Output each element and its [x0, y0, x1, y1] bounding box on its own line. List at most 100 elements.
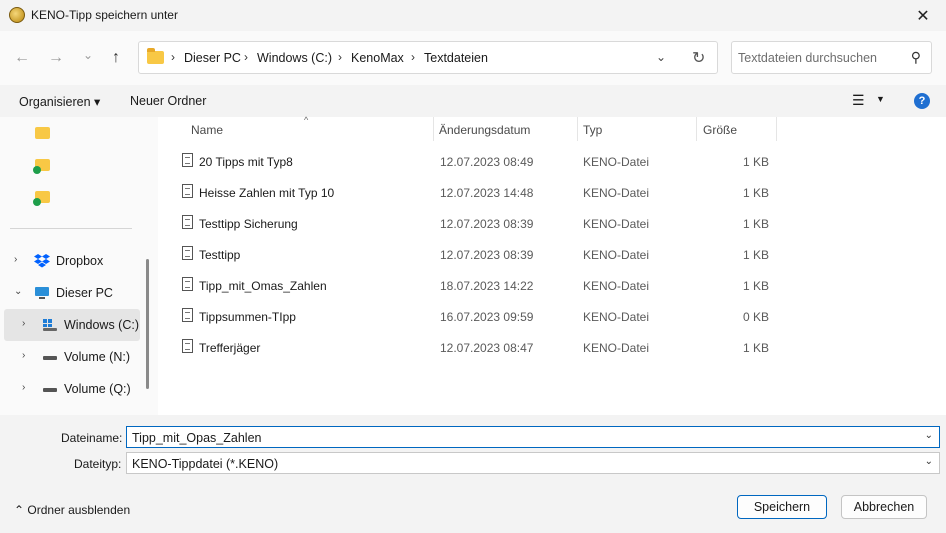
column-divider[interactable] — [577, 117, 578, 141]
close-button[interactable]: ✕ — [900, 0, 946, 31]
dropbox-icon — [34, 254, 50, 268]
filetype-dropdown-chevron-icon[interactable]: ⌄ — [925, 456, 933, 467]
file-size: 1 KB — [742, 217, 769, 231]
refresh-icon[interactable]: ↻ — [692, 48, 705, 68]
sidebar-item-volume-q[interactable]: › Volume (Q:) — [4, 373, 140, 405]
column-divider[interactable] — [776, 117, 777, 141]
document-icon — [182, 184, 193, 198]
keno-app-icon — [9, 7, 25, 23]
sidebar-scrollbar[interactable] — [146, 259, 149, 389]
filetype-label: Dateityp: — [74, 457, 122, 471]
breadcrumb-windows-c[interactable]: Windows (C:) — [257, 51, 332, 65]
column-header-date[interactable]: Änderungsdatum — [439, 123, 530, 137]
address-dropdown-chevron-icon[interactable]: ⌄ — [656, 50, 666, 64]
view-options-icon[interactable]: ☰ — [852, 92, 865, 109]
collapse-chevron-icon[interactable]: ⌄ — [14, 286, 22, 297]
filename-dropdown-chevron-icon[interactable]: ⌄ — [925, 430, 933, 441]
search-input[interactable]: Textdateien durchsuchen ⚲ — [731, 41, 932, 74]
file-name: Tippsummen-TIpp — [199, 310, 296, 324]
column-header-size[interactable]: Größe — [703, 123, 737, 137]
sync-check-icon — [33, 166, 41, 174]
file-date: 12.07.2023 08:39 — [440, 248, 534, 262]
expand-chevron-icon[interactable]: › — [22, 318, 25, 329]
sort-ascending-icon: ^ — [304, 115, 309, 125]
search-placeholder: Textdateien durchsuchen — [738, 51, 877, 65]
hide-folders-button[interactable]: ⌃ Ordner ausblenden — [14, 503, 130, 517]
windows-drive-icon — [43, 319, 57, 331]
file-type: KENO-Datei — [583, 186, 650, 200]
breadcrumb-separator-icon: › — [244, 50, 248, 64]
drive-icon — [43, 388, 57, 392]
document-icon — [182, 246, 193, 260]
document-icon — [182, 308, 193, 322]
file-list: ^ Name Änderungsdatum Typ Größe 20 Tipps… — [158, 115, 946, 415]
new-folder-button[interactable]: Neuer Ordner — [130, 94, 206, 108]
file-row[interactable]: Heisse Zahlen mit Typ 10 12.07.2023 14:4… — [158, 177, 946, 208]
breadcrumb-separator-icon: › — [338, 50, 342, 64]
expand-chevron-icon[interactable]: › — [22, 350, 25, 361]
forward-arrow-icon[interactable]: → — [44, 47, 68, 69]
filename-value: Tipp_mit_Opas_Zahlen — [132, 431, 262, 445]
folder-icon — [147, 48, 164, 64]
file-type: KENO-Datei — [583, 248, 650, 262]
document-icon — [182, 277, 193, 291]
column-header-type[interactable]: Typ — [583, 123, 602, 137]
file-type: KENO-Datei — [583, 279, 650, 293]
sidebar-item-windows-c[interactable]: › Windows (C:) — [4, 309, 140, 341]
filename-field[interactable]: Tipp_mit_Opas_Zahlen ⌄ — [126, 426, 940, 448]
search-icon[interactable]: ⚲ — [911, 49, 921, 66]
document-icon — [182, 339, 193, 353]
file-name: 20 Tipps mit Typ8 — [199, 155, 293, 169]
file-row[interactable]: 20 Tipps mit Typ8 12.07.2023 08:49 KENO-… — [158, 146, 946, 177]
quick-access-folder-icon[interactable] — [35, 127, 50, 139]
document-icon — [182, 215, 193, 229]
sidebar-item-dropbox[interactable]: › Dropbox — [4, 245, 140, 277]
recent-locations-chevron-icon[interactable]: ⌄ — [76, 44, 100, 66]
view-dropdown-icon[interactable]: ▼ — [876, 94, 885, 104]
file-size: 1 KB — [742, 186, 769, 200]
file-type: KENO-Datei — [583, 217, 650, 231]
file-row[interactable]: Testtipp 12.07.2023 08:39 KENO-Datei 1 K… — [158, 239, 946, 270]
column-divider[interactable] — [696, 117, 697, 141]
filename-label: Dateiname: — [61, 431, 123, 445]
breadcrumb-kenomax[interactable]: KenoMax — [351, 51, 404, 65]
file-size: 1 KB — [742, 341, 769, 355]
file-date: 12.07.2023 14:48 — [440, 186, 534, 200]
address-bar[interactable]: › Dieser PC › Windows (C:) › KenoMax › T… — [138, 41, 718, 74]
file-type: KENO-Datei — [583, 310, 650, 324]
help-icon[interactable]: ? — [914, 93, 930, 109]
file-row[interactable]: Testtipp Sicherung 12.07.2023 08:39 KENO… — [158, 208, 946, 239]
file-date: 12.07.2023 08:39 — [440, 217, 534, 231]
file-type: KENO-Datei — [583, 155, 650, 169]
breadcrumb-dieser-pc[interactable]: Dieser PC — [184, 51, 241, 65]
quick-access-folder-icon[interactable] — [33, 191, 50, 206]
breadcrumb-separator-icon: › — [171, 50, 175, 64]
back-arrow-icon[interactable]: ← — [10, 47, 34, 69]
up-arrow-icon[interactable]: ↑ — [104, 47, 128, 69]
file-size: 0 KB — [742, 310, 769, 324]
expand-chevron-icon[interactable]: › — [22, 382, 25, 393]
file-row[interactable]: Tippsummen-TIpp 16.07.2023 09:59 KENO-Da… — [158, 301, 946, 332]
command-bar: Organisieren ▾ Neuer Ordner ☰ ▼ ? — [0, 85, 946, 117]
organize-button[interactable]: Organisieren ▾ — [19, 94, 100, 109]
cancel-button[interactable]: Abbrechen — [841, 495, 927, 519]
column-header-name[interactable]: Name — [191, 123, 223, 137]
column-divider[interactable] — [433, 117, 434, 141]
sidebar-item-label: Windows (C:) — [64, 318, 140, 332]
file-row[interactable]: Trefferjäger 12.07.2023 08:47 KENO-Datei… — [158, 332, 946, 363]
sidebar-item-dieser-pc[interactable]: ⌄ Dieser PC — [4, 277, 140, 309]
sidebar-item-label: Dropbox — [56, 254, 104, 268]
file-row[interactable]: Tipp_mit_Omas_Zahlen 18.07.2023 14:22 KE… — [158, 270, 946, 301]
drive-icon — [43, 356, 57, 360]
window-title: KENO-Tipp speichern unter — [31, 8, 178, 22]
filetype-select[interactable]: KENO-Tippdatei (*.KENO) ⌄ — [126, 452, 940, 474]
breadcrumb-textdateien[interactable]: Textdateien — [424, 51, 488, 65]
quick-access-folder-icon[interactable] — [33, 159, 50, 174]
title-bar: KENO-Tipp speichern unter ✕ — [0, 0, 946, 31]
expand-chevron-icon[interactable]: › — [14, 254, 17, 265]
file-type: KENO-Datei — [583, 341, 650, 355]
computer-icon — [35, 287, 49, 299]
save-button[interactable]: Speichern — [737, 495, 827, 519]
sidebar-divider — [10, 228, 132, 229]
sidebar-item-volume-n[interactable]: › Volume (N:) — [4, 341, 140, 373]
